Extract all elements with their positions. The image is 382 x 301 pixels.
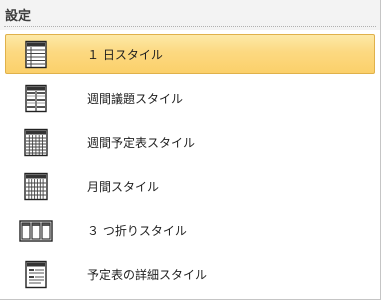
style-label: 予定表の詳細スタイル bbox=[87, 268, 208, 282]
weekly-calendar-style-icon bbox=[19, 128, 53, 158]
monthly-style-icon bbox=[19, 172, 53, 202]
style-item-daily[interactable]: １ 日スタイル bbox=[5, 34, 375, 74]
style-item-monthly[interactable]: 月間スタイル bbox=[5, 166, 375, 206]
style-label: １ 日スタイル bbox=[87, 48, 163, 62]
weekly-agenda-style-icon bbox=[19, 84, 53, 114]
header-divider bbox=[4, 26, 376, 27]
style-item-tri-fold[interactable]: ３ つ折りスタイル bbox=[5, 210, 375, 250]
style-item-weekly-agenda[interactable]: 週間議題スタイル bbox=[5, 78, 375, 118]
style-label: 週間議題スタイル bbox=[87, 92, 184, 106]
style-label: ３ つ折りスタイル bbox=[87, 224, 187, 238]
style-label: 月間スタイル bbox=[87, 180, 160, 194]
settings-title: 設定 bbox=[5, 9, 32, 24]
style-item-weekly-calendar[interactable]: 週間予定表スタイル bbox=[5, 122, 375, 162]
settings-header: 設定 bbox=[0, 0, 380, 30]
daily-style-icon bbox=[19, 40, 53, 70]
calendar-details-style-icon bbox=[19, 260, 53, 290]
tri-fold-style-icon bbox=[19, 216, 53, 246]
style-item-calendar-details[interactable]: 予定表の詳細スタイル bbox=[5, 254, 375, 294]
style-label: 週間予定表スタイル bbox=[87, 136, 196, 150]
